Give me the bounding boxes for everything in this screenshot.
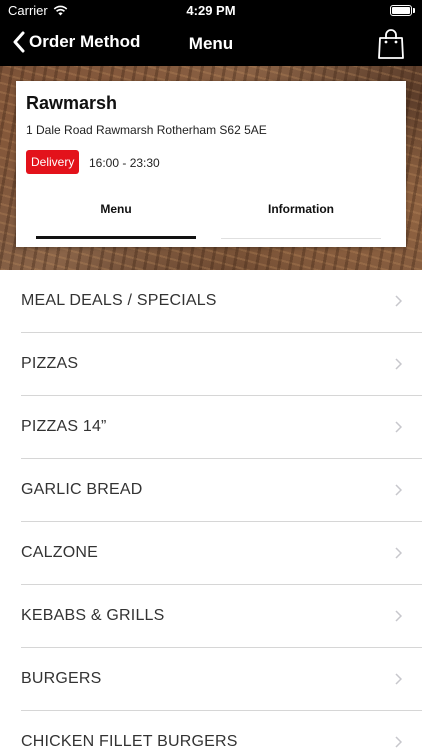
- chevron-right-icon: [395, 547, 402, 559]
- battery-tip: [413, 8, 415, 13]
- category-pizzas-14[interactable]: PIZZAS 14”: [21, 396, 422, 459]
- category-label: BURGERS: [21, 670, 102, 687]
- restaurant-card: Rawmarsh 1 Dale Road Rawmarsh Rotherham …: [16, 81, 406, 247]
- opening-hours: 16:00 - 23:30: [89, 156, 160, 170]
- chevron-right-icon: [395, 295, 402, 307]
- chevron-right-icon: [395, 610, 402, 622]
- back-button[interactable]: Order Method: [12, 31, 140, 53]
- chevron-right-icon: [395, 736, 402, 748]
- category-garlic-bread[interactable]: GARLIC BREAD: [21, 459, 422, 522]
- category-label: CALZONE: [21, 544, 98, 561]
- chevron-right-icon: [395, 421, 402, 433]
- tab-menu[interactable]: Menu: [36, 189, 196, 239]
- chevron-left-icon: [13, 31, 25, 53]
- menu-category-list: MEAL DEALS / SPECIALS PIZZAS PIZZAS 14” …: [0, 270, 422, 750]
- category-burgers[interactable]: BURGERS: [21, 648, 422, 711]
- shopping-bag-icon[interactable]: [376, 28, 406, 60]
- status-bar: Carrier 4:29 PM: [0, 0, 422, 22]
- category-label: MEAL DEALS / SPECIALS: [21, 292, 217, 309]
- category-label: PIZZAS 14”: [21, 418, 107, 435]
- restaurant-address: 1 Dale Road Rawmarsh Rotherham S62 5AE: [26, 123, 267, 137]
- category-label: PIZZAS: [21, 355, 79, 372]
- restaurant-name: Rawmarsh: [26, 93, 118, 113]
- navigation-bar: Order Method Menu: [0, 22, 422, 66]
- chevron-right-icon: [395, 484, 402, 496]
- category-chicken-fillet-burgers[interactable]: CHICKEN FILLET BURGERS: [21, 711, 422, 750]
- category-label: KEBABS & GRILLS: [21, 607, 165, 624]
- back-button-label: Order Method: [29, 32, 141, 51]
- category-kebabs-grills[interactable]: KEBABS & GRILLS: [21, 585, 422, 648]
- battery-icon: [390, 5, 412, 16]
- category-pizzas[interactable]: PIZZAS: [21, 333, 422, 396]
- category-label: GARLIC BREAD: [21, 481, 143, 498]
- status-time: 4:29 PM: [186, 3, 236, 18]
- delivery-badge: Delivery: [26, 150, 80, 174]
- chevron-right-icon: [395, 673, 402, 685]
- category-calzone[interactable]: CALZONE: [21, 522, 422, 585]
- category-label: CHICKEN FILLET BURGERS: [21, 733, 238, 750]
- category-meal-deals[interactable]: MEAL DEALS / SPECIALS: [21, 270, 422, 333]
- chevron-right-icon: [395, 358, 402, 370]
- tab-information[interactable]: Information: [221, 189, 381, 239]
